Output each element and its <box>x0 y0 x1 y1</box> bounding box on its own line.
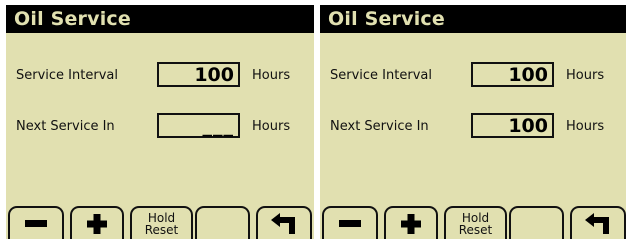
next-service-field[interactable]: ___ <box>157 113 240 138</box>
decrease-button[interactable] <box>8 206 64 239</box>
screen-title: Oil Service <box>320 5 626 33</box>
decrease-button[interactable] <box>322 206 378 239</box>
blank-softkey[interactable] <box>195 206 250 239</box>
back-arrow-icon <box>271 212 295 234</box>
back-button[interactable] <box>256 206 312 239</box>
next-service-label: Next Service In <box>16 119 115 134</box>
hold-reset-label: Hold Reset <box>458 210 493 237</box>
service-interval-unit: Hours <box>252 68 291 83</box>
next-service-field[interactable]: 100 <box>471 113 554 138</box>
next-service-label: Next Service In <box>330 119 429 134</box>
increase-button[interactable] <box>70 206 124 239</box>
hold-reset-button[interactable]: Hold Reset <box>130 206 193 239</box>
increase-button[interactable] <box>384 206 438 239</box>
back-button[interactable] <box>570 206 626 239</box>
screen-title: Oil Service <box>6 5 314 33</box>
service-interval-label: Service Interval <box>330 68 432 83</box>
oil-service-screen-right: Oil Service Service Interval 100 Hours N… <box>320 5 626 239</box>
back-arrow-icon <box>585 212 609 234</box>
softkey-bar: Hold Reset <box>320 206 626 239</box>
service-interval-field[interactable]: 100 <box>471 62 554 87</box>
plus-icon <box>401 213 421 234</box>
hold-reset-label: Hold Reset <box>144 210 179 237</box>
plus-icon <box>87 213 107 234</box>
next-service-unit: Hours <box>566 119 605 134</box>
service-interval-unit: Hours <box>566 68 605 83</box>
blank-softkey[interactable] <box>509 206 564 239</box>
softkey-bar: Hold Reset <box>6 206 314 239</box>
oil-service-screen-left: Oil Service Service Interval 100 Hours N… <box>6 5 314 239</box>
hold-reset-button[interactable]: Hold Reset <box>444 206 507 239</box>
service-interval-label: Service Interval <box>16 68 118 83</box>
minus-icon <box>25 219 47 227</box>
minus-icon <box>339 219 361 227</box>
service-interval-field[interactable]: 100 <box>157 62 240 87</box>
next-service-unit: Hours <box>252 119 291 134</box>
